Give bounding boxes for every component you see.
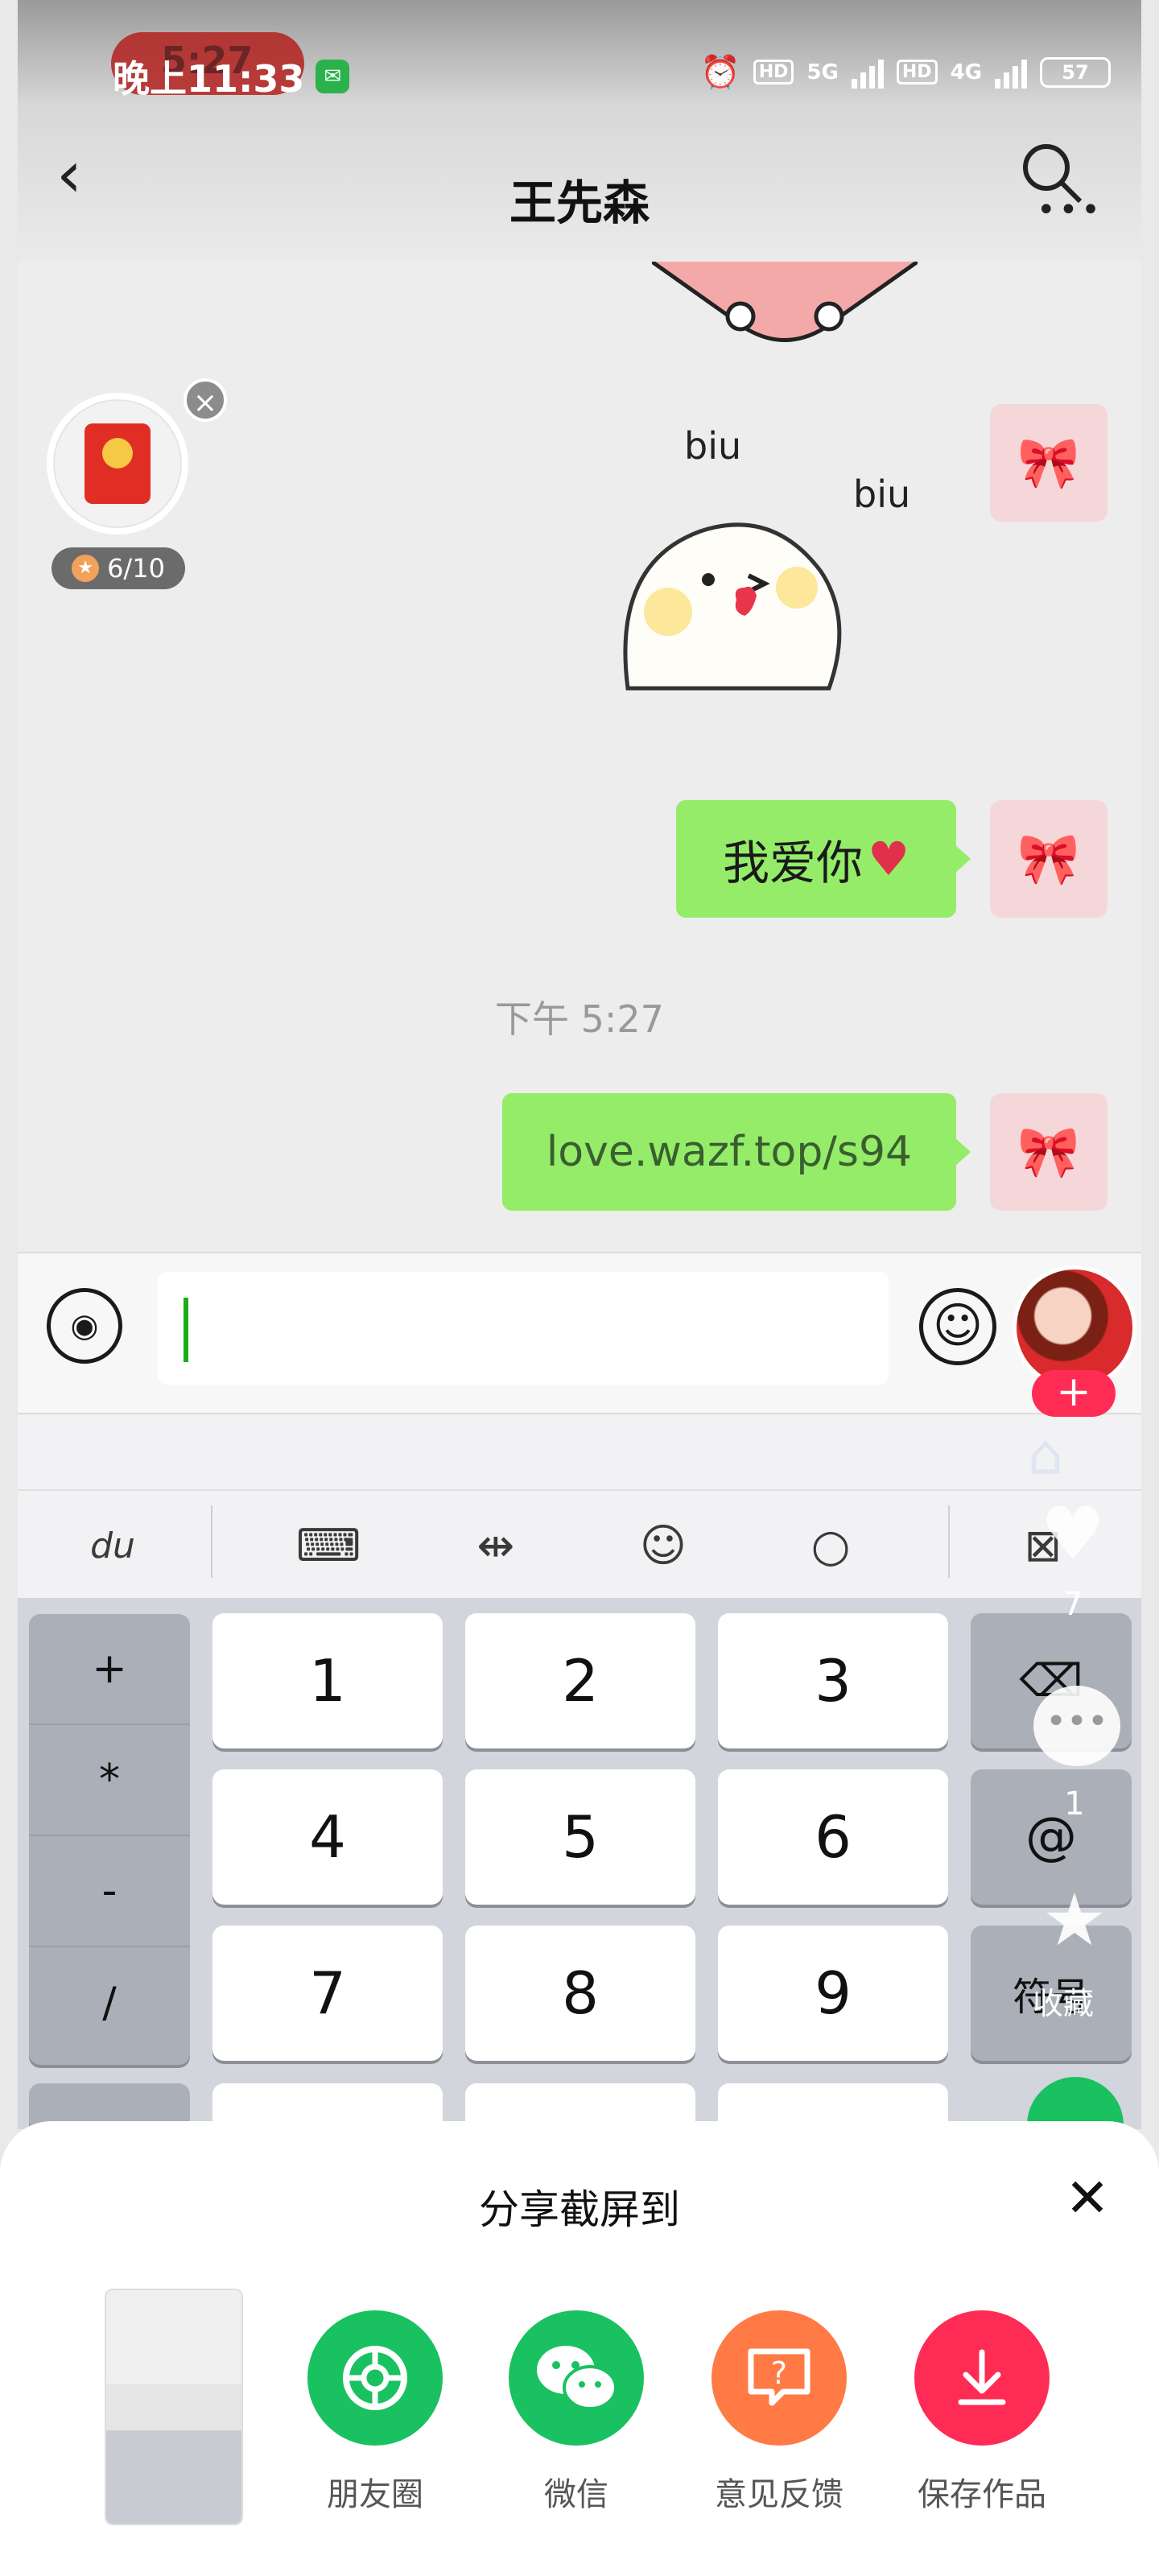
svg-text:?: ? bbox=[771, 2355, 787, 2391]
my-avatar[interactable]: 🎀 bbox=[990, 404, 1107, 522]
heart-emoji-icon: ♥ bbox=[868, 832, 909, 886]
close-icon[interactable]: ✕ bbox=[1059, 2172, 1116, 2228]
symbol-key[interactable]: / bbox=[29, 1947, 190, 2058]
message-bubble[interactable]: 我爱你 ♥ bbox=[676, 800, 971, 918]
network-4g: 4G bbox=[950, 60, 982, 85]
comment-icon[interactable]: ••• bbox=[1033, 1686, 1120, 1766]
key-7[interactable]: 7 bbox=[212, 1926, 443, 2061]
my-avatar[interactable]: 🎀 bbox=[990, 800, 1107, 918]
status-left: 晚上11:33 ✉ bbox=[113, 48, 350, 105]
star-icon: ★ bbox=[72, 555, 100, 582]
favorite-icon[interactable]: ★ bbox=[1030, 1876, 1119, 1964]
feedback-label: 意见反馈 bbox=[715, 2476, 843, 2513]
share-moments-label: 朋友圈 bbox=[327, 2476, 423, 2513]
alarm-icon: ⏰ bbox=[699, 54, 740, 91]
symbol-key[interactable]: * bbox=[29, 1725, 190, 1836]
status-time: 晚上11:33 bbox=[113, 57, 305, 101]
key-2[interactable]: 2 bbox=[465, 1613, 695, 1748]
key-8[interactable]: 8 bbox=[465, 1926, 695, 2061]
share-moments-button[interactable]: 朋友圈 bbox=[278, 2310, 472, 2515]
toolbar-divider bbox=[948, 1505, 950, 1578]
link-message-bubble[interactable]: love.wazf.top/s94 bbox=[502, 1093, 971, 1211]
battery-icon: 57 bbox=[1040, 56, 1111, 88]
share-sheet-title: 分享截屏到 bbox=[479, 2186, 680, 2233]
seal-sticker[interactable]: biu biu bbox=[612, 419, 918, 692]
voice-icon[interactable]: ◉ bbox=[47, 1288, 122, 1364]
signal-icon-2 bbox=[995, 56, 1027, 89]
like-icon[interactable]: ♥ bbox=[1029, 1489, 1117, 1578]
key-3[interactable]: 3 bbox=[718, 1613, 948, 1748]
link-text[interactable]: love.wazf.top/s94 bbox=[547, 1128, 912, 1176]
keyboard-search-icon[interactable]: ○ bbox=[790, 1505, 871, 1586]
signal-icon bbox=[851, 56, 884, 89]
save-work-label: 保存作品 bbox=[918, 2476, 1046, 2513]
gesture-icon[interactable]: ⌂ bbox=[1001, 1410, 1090, 1499]
feedback-icon: ? bbox=[711, 2310, 847, 2446]
keyboard-brand-icon[interactable]: du bbox=[72, 1505, 153, 1586]
comment-count: 1 bbox=[1064, 1785, 1085, 1823]
favorite-label: 收藏 bbox=[1032, 1986, 1094, 2021]
back-icon[interactable]: ‹ bbox=[56, 137, 105, 225]
message-timestamp: 下午 5:27 bbox=[495, 997, 664, 1041]
cursor-icon[interactable]: ⇹ bbox=[456, 1505, 536, 1586]
screenshot-thumbnail[interactable] bbox=[106, 2290, 241, 2524]
sticker-text-1: biu bbox=[684, 424, 741, 468]
key-4[interactable]: 4 bbox=[212, 1769, 443, 1905]
keyboard-switch-icon[interactable]: ⌨ bbox=[288, 1505, 369, 1586]
save-work-button[interactable]: 保存作品 bbox=[885, 2310, 1079, 2515]
chat-title: 王先森 bbox=[509, 175, 650, 230]
red-packet-progress-text: 6/10 bbox=[107, 553, 165, 584]
symbol-key[interactable]: + bbox=[29, 1614, 190, 1725]
key-1[interactable]: 1 bbox=[212, 1613, 443, 1748]
sticker-text-2: biu bbox=[853, 473, 910, 516]
emoji-icon[interactable]: ☺ bbox=[919, 1288, 996, 1365]
red-packet-progress: ★ 6/10 bbox=[52, 547, 185, 589]
key-9[interactable]: 9 bbox=[718, 1926, 948, 2061]
toolbar-divider bbox=[211, 1505, 212, 1578]
wechat-icon bbox=[509, 2310, 644, 2446]
like-count: 7 bbox=[1062, 1586, 1083, 1623]
keyboard-toolbar bbox=[18, 1489, 1141, 1598]
keyboard-candidate-strip bbox=[18, 1413, 1141, 1489]
my-avatar[interactable]: 🎀 bbox=[990, 1093, 1107, 1211]
more-icon[interactable]: ••• bbox=[1037, 192, 1103, 229]
hd-badge-2: HD bbox=[896, 60, 938, 85]
red-packet-widget[interactable] bbox=[47, 393, 188, 535]
hd-badge: HD bbox=[753, 60, 794, 85]
text-caret bbox=[184, 1298, 188, 1362]
share-wechat-button[interactable]: 微信 bbox=[480, 2310, 673, 2515]
network-5g: 5G bbox=[806, 60, 839, 85]
moments-icon bbox=[307, 2310, 443, 2446]
message-input[interactable] bbox=[158, 1272, 889, 1385]
status-right: ⏰ HD 5G HD 4G 57 bbox=[700, 53, 1111, 91]
share-wechat-label: 微信 bbox=[544, 2476, 608, 2513]
close-icon[interactable]: × bbox=[184, 378, 227, 422]
emoji-panel-icon[interactable]: ☺ bbox=[623, 1505, 703, 1586]
symbol-key[interactable]: - bbox=[29, 1836, 190, 1947]
key-5[interactable]: 5 bbox=[465, 1769, 695, 1905]
wechat-notification-icon: ✉ bbox=[316, 60, 350, 93]
red-packet-icon bbox=[85, 423, 151, 504]
feedback-button[interactable]: ? 意见反馈 bbox=[683, 2310, 876, 2515]
key-6[interactable]: 6 bbox=[718, 1769, 948, 1905]
message-text: 我爱你 bbox=[722, 836, 863, 890]
download-icon bbox=[914, 2310, 1050, 2446]
heart-sticker-fragment bbox=[652, 262, 918, 342]
